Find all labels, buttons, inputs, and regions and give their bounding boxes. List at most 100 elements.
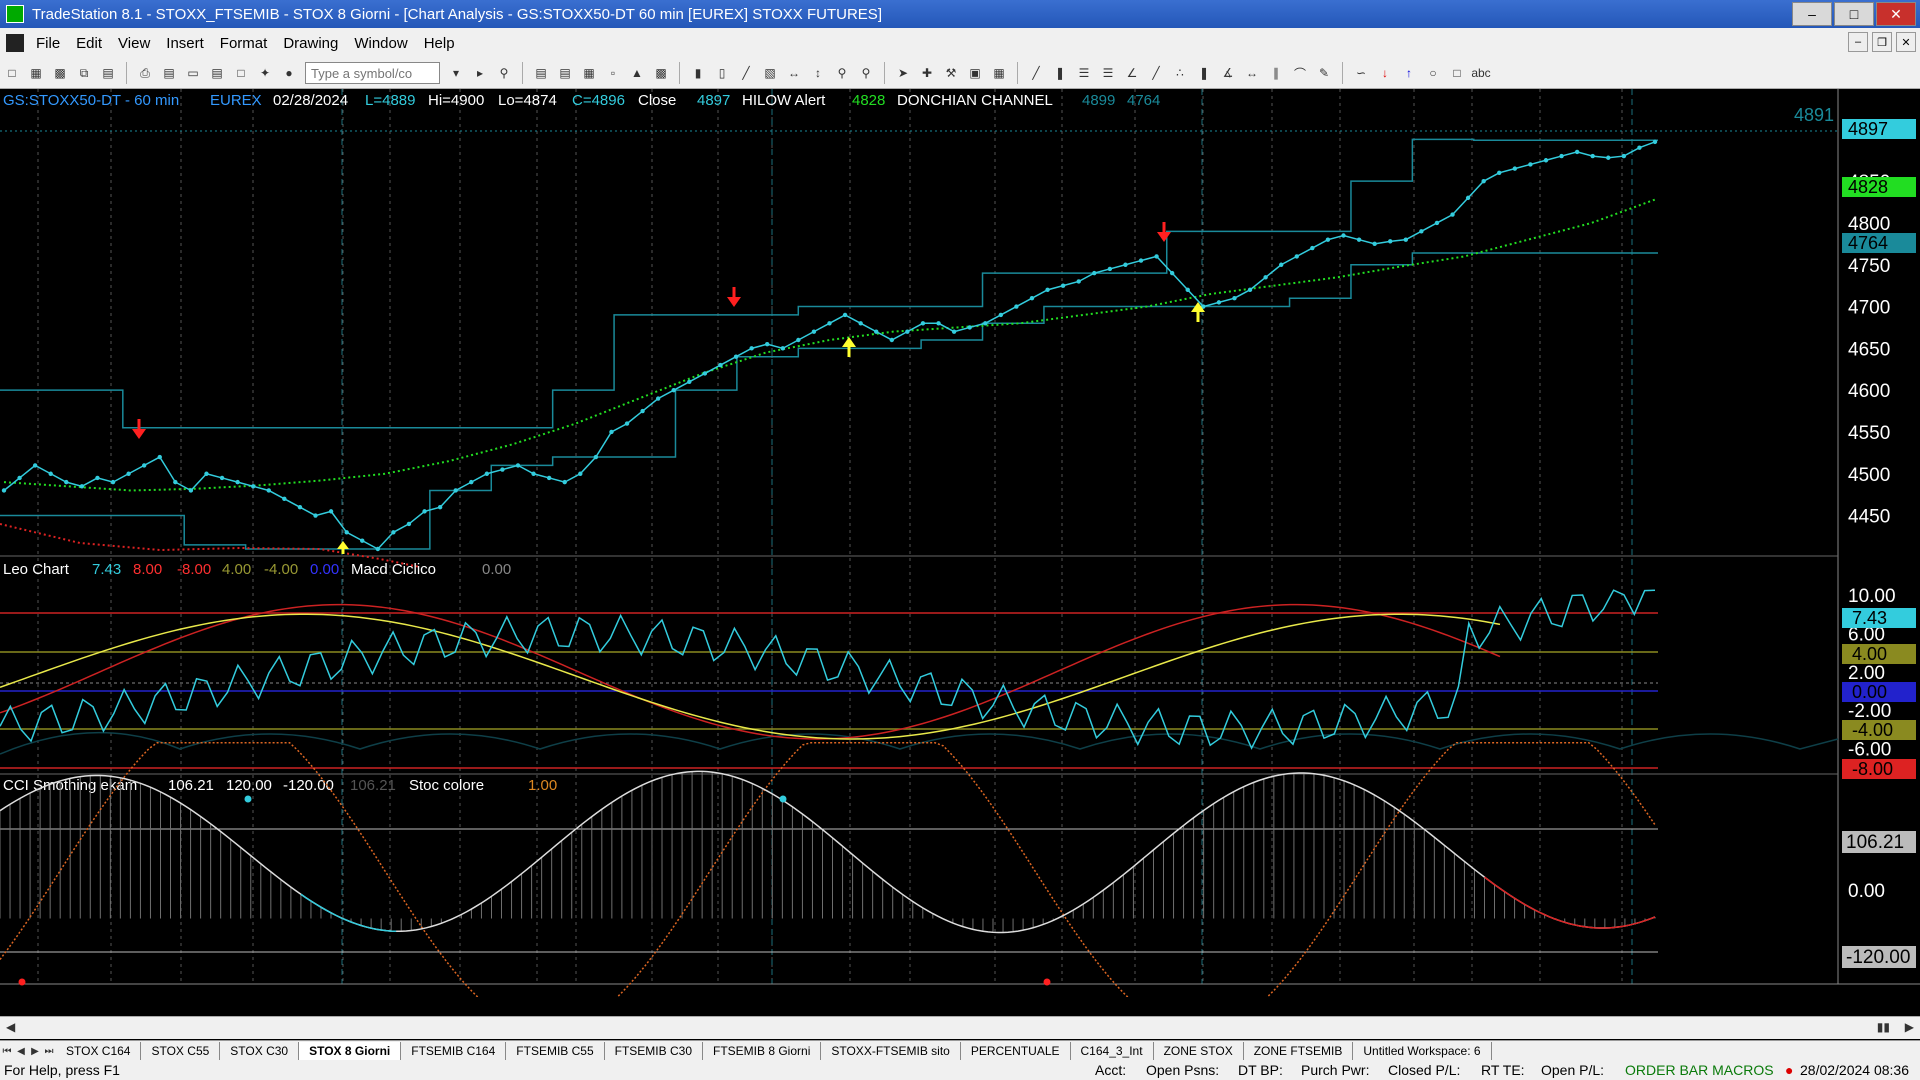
menu-file[interactable]: File: [28, 35, 68, 52]
tab-ftsemib-8-giorni[interactable]: FTSEMIB 8 Giorni: [703, 1042, 822, 1060]
tab-stox-c55[interactable]: STOX C55: [141, 1042, 221, 1060]
analysis-icon[interactable]: ✦: [255, 63, 275, 83]
document-icon[interactable]: [6, 34, 24, 52]
arrow-down-icon[interactable]: ↓: [1375, 63, 1395, 83]
scroll-right-icon[interactable]: ▶: [1905, 1020, 1914, 1034]
tab-stox-8-giorni[interactable]: STOX 8 Giorni: [299, 1042, 402, 1060]
horizontal-line-icon[interactable]: ☰: [1074, 63, 1094, 83]
mdi-restore-button[interactable]: ❐: [1872, 32, 1892, 52]
tab-zone-stox[interactable]: ZONE STOX: [1154, 1042, 1244, 1060]
title-bar: TradeStation 8.1 - STOXX_FTSEMIB - STOX …: [0, 0, 1920, 28]
text-icon[interactable]: abc: [1471, 63, 1491, 83]
chart-type-icon[interactable]: ▤: [531, 63, 551, 83]
save-icon[interactable]: ▩: [50, 63, 70, 83]
zoom-out-icon[interactable]: ⚲: [856, 63, 876, 83]
print-preview-icon[interactable]: ▤: [159, 63, 179, 83]
arrow-horizontal-icon[interactable]: ↔: [1242, 63, 1262, 83]
price-point: [1419, 229, 1424, 234]
strategy-icon[interactable]: ▩: [651, 63, 671, 83]
globe-icon[interactable]: ●: [279, 63, 299, 83]
print-icon[interactable]: ⎙: [135, 63, 155, 83]
curve-icon[interactable]: ∽: [1351, 63, 1371, 83]
tab-ftsemib-c30[interactable]: FTSEMIB C30: [605, 1042, 703, 1060]
price-point: [1216, 300, 1222, 305]
menu-format[interactable]: Format: [212, 35, 276, 52]
tools-icon[interactable]: ⚒: [941, 63, 961, 83]
menu-view[interactable]: View: [110, 35, 158, 52]
scroll-thumb-icon[interactable]: ▮▮: [1877, 1020, 1890, 1034]
crosshair-icon[interactable]: ✚: [917, 63, 937, 83]
candle-icon[interactable]: ▯: [712, 63, 732, 83]
price-point: [1528, 162, 1533, 167]
format-icon[interactable]: ▫: [603, 63, 623, 83]
tab-zone-ftsemib[interactable]: ZONE FTSEMIB: [1244, 1042, 1354, 1060]
maximize-button[interactable]: □: [1834, 2, 1874, 26]
tab-stox-c30[interactable]: STOX C30: [220, 1042, 300, 1060]
symbol-field[interactable]: [309, 64, 433, 82]
new-icon[interactable]: □: [2, 63, 22, 83]
rectangle-icon[interactable]: □: [1447, 63, 1467, 83]
fib-icon[interactable]: ☰: [1098, 63, 1118, 83]
chart-svg[interactable]: GS:STOXX50-DT - 60 min EUREX 02/28/2024 …: [0, 89, 1920, 997]
copy-icon[interactable]: ⧉: [74, 63, 94, 83]
menu-drawing[interactable]: Drawing: [275, 35, 346, 52]
pointer-icon[interactable]: ➤: [893, 63, 913, 83]
tab-c164-3-int[interactable]: C164_3_Int: [1071, 1042, 1154, 1060]
trendline-icon[interactable]: ╱: [1026, 63, 1046, 83]
speed-line-icon[interactable]: ❚: [1194, 63, 1214, 83]
tab-stoxx-ftsemib-sito[interactable]: STOXX-FTSEMIB sito: [821, 1042, 961, 1060]
scroll-left-icon[interactable]: ◀: [6, 1020, 15, 1034]
tab-ftsemib-c55[interactable]: FTSEMIB C55: [506, 1042, 605, 1060]
price-point: [157, 454, 162, 460]
find-icon[interactable]: ⚲: [494, 63, 514, 83]
play-icon[interactable]: ▸: [470, 63, 490, 83]
arrow-up-icon[interactable]: ↑: [1399, 63, 1419, 83]
line-chart-icon[interactable]: ╱: [736, 63, 756, 83]
minimize-button[interactable]: –: [1792, 2, 1832, 26]
status-macros[interactable]: ORDER BAR MACROS: [1625, 1062, 1774, 1078]
circle-icon[interactable]: ○: [1423, 63, 1443, 83]
symbol-input[interactable]: [305, 62, 440, 84]
vertical-lines-icon[interactable]: ❚: [1050, 63, 1070, 83]
menu-edit[interactable]: Edit: [68, 35, 110, 52]
channel-icon[interactable]: ╱: [1146, 63, 1166, 83]
prev-tab-icon[interactable]: ◀: [14, 1046, 28, 1057]
interval-icon[interactable]: ▧: [760, 63, 780, 83]
tab-percentuale[interactable]: PERCENTUALE: [961, 1042, 1071, 1060]
table-icon[interactable]: ▦: [579, 63, 599, 83]
menu-help[interactable]: Help: [416, 35, 463, 52]
bar-chart-icon[interactable]: ▮: [688, 63, 708, 83]
paste-icon[interactable]: ▤: [98, 63, 118, 83]
horizontal-scrollbar[interactable]: ◀ ▮▮ ▶: [0, 1016, 1920, 1039]
parallel-icon[interactable]: ∥: [1266, 63, 1286, 83]
chart-analysis-window[interactable]: GS:STOXX50-DT - 60 min EUREX 02/28/2024 …: [0, 89, 1920, 997]
open-icon[interactable]: ▦: [26, 63, 46, 83]
last-tab-icon[interactable]: ⏭: [42, 1046, 56, 1057]
menu-window[interactable]: Window: [346, 35, 415, 52]
window-icon[interactable]: ▭: [183, 63, 203, 83]
chevron-down-icon[interactable]: ▾: [446, 63, 466, 83]
pencil-icon[interactable]: ✎: [1314, 63, 1334, 83]
data-window-icon[interactable]: ▤: [555, 63, 575, 83]
mdi-close-button[interactable]: ✕: [1896, 32, 1916, 52]
andrews-icon[interactable]: ∴: [1170, 63, 1190, 83]
spacing-icon[interactable]: ↔: [784, 63, 804, 83]
layout-icon[interactable]: ▤: [207, 63, 227, 83]
angle-icon[interactable]: ∡: [1218, 63, 1238, 83]
first-tab-icon[interactable]: ⏮: [0, 1046, 14, 1057]
grid-icon[interactable]: ▦: [989, 63, 1009, 83]
snap-icon[interactable]: ▣: [965, 63, 985, 83]
next-tab-icon[interactable]: ▶: [28, 1046, 42, 1057]
lock-icon[interactable]: □: [231, 63, 251, 83]
zoom-in-icon[interactable]: ⚲: [832, 63, 852, 83]
close-button[interactable]: ✕: [1876, 2, 1916, 26]
gann-icon[interactable]: ∠: [1122, 63, 1142, 83]
indicator-icon[interactable]: ▲: [627, 63, 647, 83]
tab-stox-c164[interactable]: STOX C164: [56, 1042, 142, 1060]
tab-untitled-workspace[interactable]: Untitled Workspace: 6: [1353, 1042, 1492, 1060]
mdi-minimize-button[interactable]: –: [1848, 32, 1868, 52]
menu-insert[interactable]: Insert: [158, 35, 212, 52]
arc-icon[interactable]: ⌒: [1290, 63, 1310, 83]
tab-ftsemib-c164[interactable]: FTSEMIB C164: [401, 1042, 507, 1060]
scale-icon[interactable]: ↕: [808, 63, 828, 83]
